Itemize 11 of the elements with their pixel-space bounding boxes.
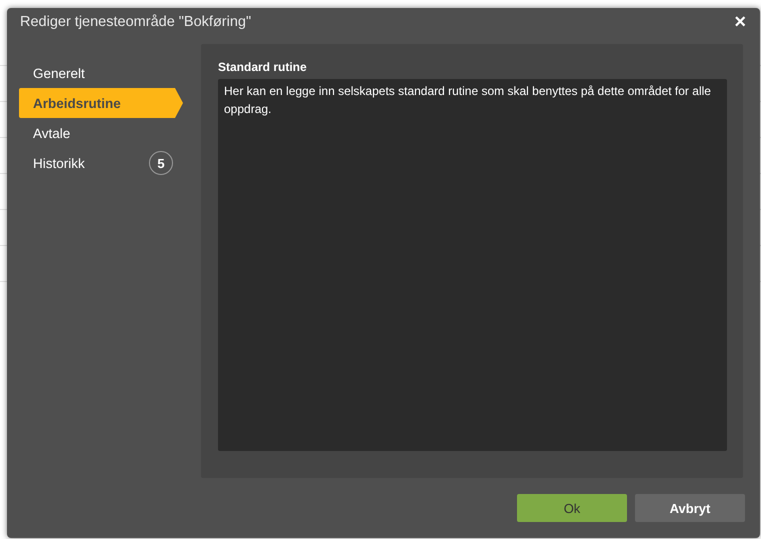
sidebar-item[interactable]: Generelt xyxy=(19,58,183,88)
count-badge: 5 xyxy=(149,151,173,175)
sidebar-item[interactable]: Avtale xyxy=(19,118,183,148)
sidebar-item[interactable]: Historikk 5 xyxy=(19,148,183,178)
cancel-button[interactable]: Avbryt xyxy=(635,494,745,522)
close-button[interactable]: × xyxy=(734,12,746,32)
routine-text-area[interactable]: Her kan en legge inn selskapets standard rutine som skal benyttes på dette området for alle oppdrag. xyxy=(218,79,727,451)
sidebar-item[interactable]: Arbeidsrutine xyxy=(19,88,183,118)
field-label: Standard rutine xyxy=(218,60,308,74)
ok-button[interactable]: Ok xyxy=(517,494,627,522)
dialog-title: Rediger tjenesteområde "Bokføring" xyxy=(20,14,252,30)
